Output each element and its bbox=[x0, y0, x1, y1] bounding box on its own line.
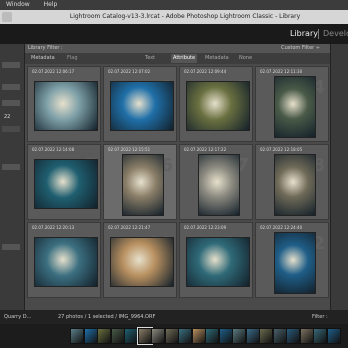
left-panel-row[interactable] bbox=[2, 62, 20, 68]
app-icon bbox=[2, 12, 12, 22]
grid-cell[interactable]: 02.07.2022 12:09:443 bbox=[179, 66, 253, 142]
left-panel: 22 bbox=[0, 44, 25, 310]
grid-cell[interactable]: 02.07.2022 12:07:022 bbox=[103, 66, 177, 142]
filmstrip-thumbnail[interactable] bbox=[232, 328, 246, 344]
window-title-bar: Lightroom Catalog-v13-3.lrcat - Adobe Ph… bbox=[0, 10, 348, 24]
filmstrip-thumbnail[interactable] bbox=[124, 328, 138, 344]
tab-text[interactable]: Text bbox=[145, 54, 155, 63]
filmstrip-thumbnail[interactable] bbox=[326, 328, 341, 344]
grid-cell[interactable]: 02.07.2022 12:14:085 bbox=[27, 144, 101, 220]
photo-thumbnail[interactable] bbox=[34, 237, 98, 287]
filmstrip-thumbnail[interactable] bbox=[83, 328, 98, 344]
photo-thumbnail[interactable] bbox=[34, 81, 98, 131]
cell-caption: 02.07.2022 12:24:40 bbox=[260, 225, 303, 230]
photo-thumbnail[interactable] bbox=[110, 237, 174, 287]
metadata-filter-label[interactable]: Metadata bbox=[31, 55, 55, 61]
grid-cell[interactable]: 02.07.2022 12:11:30 4 bbox=[255, 66, 329, 142]
photo-thumbnail[interactable] bbox=[198, 154, 240, 216]
photo-thumbnail[interactable] bbox=[186, 237, 250, 287]
cell-caption: 02.07.2022 12:15:51 bbox=[108, 147, 151, 152]
grid-cell[interactable]: 02.07.2022 12:23:0911 bbox=[179, 222, 253, 298]
photo-thumbnail[interactable] bbox=[110, 81, 174, 131]
photo-thumbnail[interactable] bbox=[274, 154, 316, 216]
selection-status: 27 photos / 1 selected / IMG_9964.ORF bbox=[58, 314, 156, 320]
left-panel-row[interactable] bbox=[2, 126, 20, 132]
tab-metadata[interactable]: Metadata bbox=[205, 54, 229, 63]
flag-filter-label[interactable]: Flag bbox=[67, 55, 78, 61]
filmstrip-thumbnail[interactable] bbox=[299, 328, 314, 344]
cell-caption: 02.07.2022 12:17:22 bbox=[184, 147, 227, 152]
filter-label[interactable]: Filter : bbox=[312, 310, 328, 324]
grid-cell[interactable]: 02.07.2022 12:15:51 6 bbox=[103, 144, 177, 220]
cell-caption: 02.07.2022 12:09:44 bbox=[184, 69, 227, 74]
left-panel-row[interactable] bbox=[2, 84, 20, 90]
filmstrip-thumbnail[interactable] bbox=[272, 328, 287, 344]
right-panel bbox=[330, 44, 348, 310]
cell-caption: 02.07.2022 12:23:09 bbox=[184, 225, 227, 230]
grid-cell[interactable]: 02.07.2022 12:24:4012 bbox=[255, 222, 329, 298]
grid-cell[interactable]: 02.07.2022 12:21:4710 bbox=[103, 222, 177, 298]
cell-caption: 02.07.2022 12:06:17 bbox=[32, 69, 75, 74]
filmstrip-thumbnail[interactable] bbox=[313, 328, 327, 344]
cell-caption: 02.07.2022 12:18:05 bbox=[260, 147, 303, 152]
left-panel-count: 22 bbox=[4, 114, 11, 120]
tab-attribute[interactable]: Attribute bbox=[171, 54, 198, 63]
filmstrip-thumbnail[interactable] bbox=[259, 328, 273, 344]
photo-thumbnail[interactable] bbox=[34, 159, 98, 209]
left-panel-row[interactable] bbox=[2, 244, 20, 250]
filmstrip-thumbnail[interactable] bbox=[151, 328, 165, 344]
filmstrip-thumbnail[interactable] bbox=[286, 328, 300, 344]
photo-thumbnail[interactable] bbox=[274, 76, 316, 138]
left-panel-row[interactable] bbox=[2, 164, 20, 170]
menu-window[interactable]: Window bbox=[6, 1, 30, 8]
filmstrip-thumbnail[interactable] bbox=[70, 328, 84, 344]
system-menu-bar: Window Help bbox=[0, 0, 348, 10]
cell-caption: 02.07.2022 12:14:08 bbox=[32, 147, 75, 152]
thumbnail-grid: 02.07.2022 12:06:17102.07.2022 12:07:022… bbox=[25, 64, 330, 310]
grid-cell[interactable]: 02.07.2022 12:18:05 8 bbox=[255, 144, 329, 220]
module-separator bbox=[318, 29, 319, 39]
module-library[interactable]: Library bbox=[290, 24, 318, 44]
source-label[interactable]: Quarry D... bbox=[4, 310, 31, 324]
grid-cell[interactable]: 02.07.2022 12:06:171 bbox=[27, 66, 101, 142]
filmstrip-thumbnail[interactable] bbox=[218, 328, 233, 344]
grid-cell[interactable]: 02.07.2022 12:20:139 bbox=[27, 222, 101, 298]
filmstrip-thumbnail[interactable] bbox=[178, 328, 192, 344]
filmstrip bbox=[0, 324, 348, 348]
photo-thumbnail[interactable] bbox=[274, 232, 316, 294]
cell-caption: 02.07.2022 12:21:47 bbox=[108, 225, 151, 230]
library-filter-label: Library Filter : bbox=[28, 45, 63, 51]
module-develop[interactable]: Develop bbox=[323, 24, 348, 44]
left-panel-row[interactable] bbox=[2, 100, 20, 106]
filmstrip-thumbnail[interactable] bbox=[97, 328, 111, 344]
photo-thumbnail[interactable] bbox=[186, 81, 250, 131]
filmstrip-thumbnail[interactable] bbox=[191, 328, 206, 344]
custom-filter-select[interactable]: Custom Filter ÷ bbox=[281, 44, 320, 53]
menu-help[interactable]: Help bbox=[44, 1, 58, 8]
grid-cell[interactable]: 02.07.2022 12:17:22 7 bbox=[179, 144, 253, 220]
filmstrip-thumbnail[interactable] bbox=[164, 328, 179, 344]
status-bar: Quarry D... 27 photos / 1 selected / IMG… bbox=[0, 310, 348, 324]
photo-thumbnail[interactable] bbox=[122, 154, 164, 216]
module-picker: Library Develop bbox=[0, 24, 348, 44]
filmstrip-thumbnail[interactable] bbox=[136, 327, 153, 345]
tab-none[interactable]: None bbox=[239, 54, 252, 63]
library-filter-header: Library Filter : Custom Filter ÷ bbox=[25, 44, 330, 53]
filmstrip-thumbnail[interactable] bbox=[245, 328, 260, 344]
filmstrip-thumbnail[interactable] bbox=[110, 328, 125, 344]
cell-caption: 02.07.2022 12:20:13 bbox=[32, 225, 75, 230]
cell-caption: 02.07.2022 12:07:02 bbox=[108, 69, 151, 74]
window-title: Lightroom Catalog-v13-3.lrcat - Adobe Ph… bbox=[69, 13, 301, 20]
cell-caption: 02.07.2022 12:11:30 bbox=[260, 69, 303, 74]
filmstrip-thumbnail[interactable] bbox=[205, 328, 219, 344]
